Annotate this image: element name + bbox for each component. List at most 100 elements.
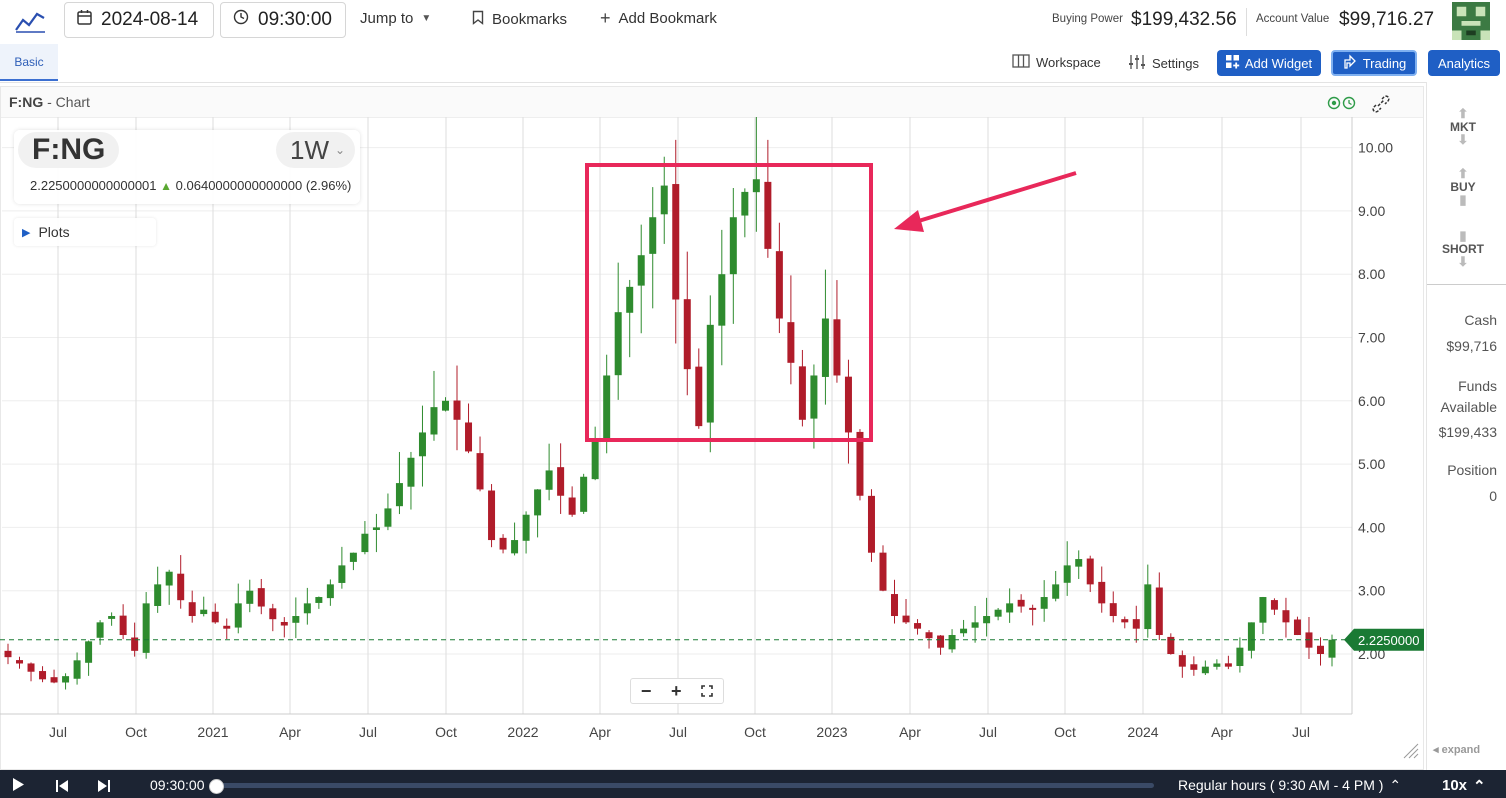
trading-icon [1342,53,1358,73]
timeframe-selector[interactable]: 1W ⌄ [276,132,356,168]
tab-basic[interactable]: Basic [0,44,58,81]
candle-body [1270,600,1278,610]
candle-body [614,312,622,376]
live-status-icon [1327,96,1357,115]
trading-hours-selector[interactable]: Regular hours ( 9:30 AM - 4 PM ) ⌃ [1178,777,1401,794]
link-icon[interactable] [1371,93,1391,118]
date-picker[interactable]: 2024-08-14 [64,2,214,38]
candle-body [430,407,438,435]
plus-icon: + [600,8,611,28]
candle-body [557,467,565,496]
playback-scrubber[interactable] [216,783,1154,788]
candle-body [303,603,311,614]
candle-body [867,495,875,553]
x-tick-label: Oct [125,724,147,740]
x-tick-label: Oct [1054,724,1076,740]
step-forward-icon[interactable] [98,779,110,797]
candle-body [764,181,772,249]
workspace-button[interactable]: Workspace [1012,54,1101,71]
speed-selector[interactable]: 10x ⌃ [1442,777,1486,795]
expand-button[interactable]: ◂ expand [1433,743,1480,756]
add-bookmark-button[interactable]: + Add Bookmark [600,8,717,28]
candle-body [85,641,93,663]
candle-body [971,622,979,628]
candle-body [683,299,691,370]
candle-body [960,628,968,634]
candle-body [1075,559,1083,567]
candle-body [695,366,703,427]
chevron-up-icon: ⌃ [1389,777,1402,793]
zoom-out-button[interactable]: − [641,681,652,702]
date-value: 2024-08-14 [101,9,199,30]
triangle-right-icon: ▶ [22,226,31,239]
step-back-icon[interactable] [56,779,68,797]
funds-available-label: Funds Available [1440,378,1497,415]
candle-body [16,660,24,664]
market-order-button[interactable]: ⬆ MKT ⬇ [1427,107,1499,146]
trading-hours-label: Regular hours ( 9:30 AM - 4 PM ) [1178,777,1384,793]
plots-label: Plots [38,224,70,240]
plots-toggle[interactable]: ▶ Plots [14,218,156,246]
candle-body [62,676,70,683]
candle-body [1109,603,1117,617]
last-price: 2.2250000000000001 [30,178,157,193]
jump-to-dropdown[interactable]: Jump to ▼ [360,10,431,27]
zoom-in-button[interactable]: + [671,681,682,702]
candle-body [1236,647,1244,667]
candle-body [591,438,599,480]
candle-body [660,185,668,215]
app-logo-icon[interactable] [14,8,48,34]
candle-body [361,533,369,553]
chevron-down-icon: ⌄ [335,143,346,157]
add-widget-button[interactable]: Add Widget [1217,50,1321,76]
candle-body [349,552,357,562]
y-tick-label: 3.00 [1358,583,1385,599]
trading-button[interactable]: Trading [1331,50,1417,76]
toolbar: Basic Workspace Settings Add Widget Trad… [0,44,1506,83]
play-icon[interactable] [12,778,24,796]
resize-handle-icon[interactable] [1403,743,1419,759]
candle-body [499,537,507,550]
fullscreen-icon[interactable] [701,681,713,702]
account-value-value: $99,716.27 [1339,9,1435,30]
x-tick-label: Jul [979,724,997,740]
candle-body [1132,619,1140,629]
price-tag: 2.2250000 [1344,628,1424,651]
candle-body [580,476,588,512]
widget-plus-icon [1225,54,1240,72]
playback-bar: 09:30:00 Regular hours ( 9:30 AM - 4 PM … [0,770,1506,798]
workspace-icon [1012,54,1030,71]
settings-button[interactable]: Settings [1128,54,1199,73]
clock-icon [233,9,249,31]
candle-body [27,663,35,672]
candle-body [937,635,945,648]
buying-power-value: $199,432.56 [1131,9,1237,30]
candle-body [1006,603,1014,613]
short-button[interactable]: ▮ SHORT ⬇ [1427,229,1499,268]
candle-body [775,251,783,319]
time-picker[interactable]: 09:30:00 [220,2,346,38]
symbol-label[interactable]: F:NG [18,132,120,168]
avatar[interactable] [1452,2,1490,40]
candle-body [1224,663,1232,667]
analytics-button[interactable]: Analytics [1428,50,1500,76]
candle-body [1144,584,1152,630]
position-value: 0 [1489,488,1497,504]
bookmark-icon [472,10,484,29]
bookmarks-button[interactable]: Bookmarks [472,10,567,29]
divider [1427,284,1506,285]
candle-body [706,324,714,423]
scrubber-handle[interactable] [209,779,224,794]
candle-body [626,286,634,313]
x-axis: Jul Oct 2021 Apr Jul Oct 2022 Apr Jul Oct 2023 Apr J… [0,713,1352,740]
x-tick-label: Oct [435,724,457,740]
candle-body [1282,610,1290,623]
x-tick-label: Apr [589,724,611,740]
y-tick-label: 5.00 [1358,456,1385,472]
candle-body [1259,597,1267,623]
candle-body [1098,581,1106,604]
buy-button[interactable]: ⬆ BUY ▮ [1427,167,1499,206]
annotation-arrow [894,171,1077,232]
candle-body [1040,597,1048,609]
price-chart[interactable]: 2.003.004.005.006.007.008.009.0010.00 Ju… [0,117,1424,770]
